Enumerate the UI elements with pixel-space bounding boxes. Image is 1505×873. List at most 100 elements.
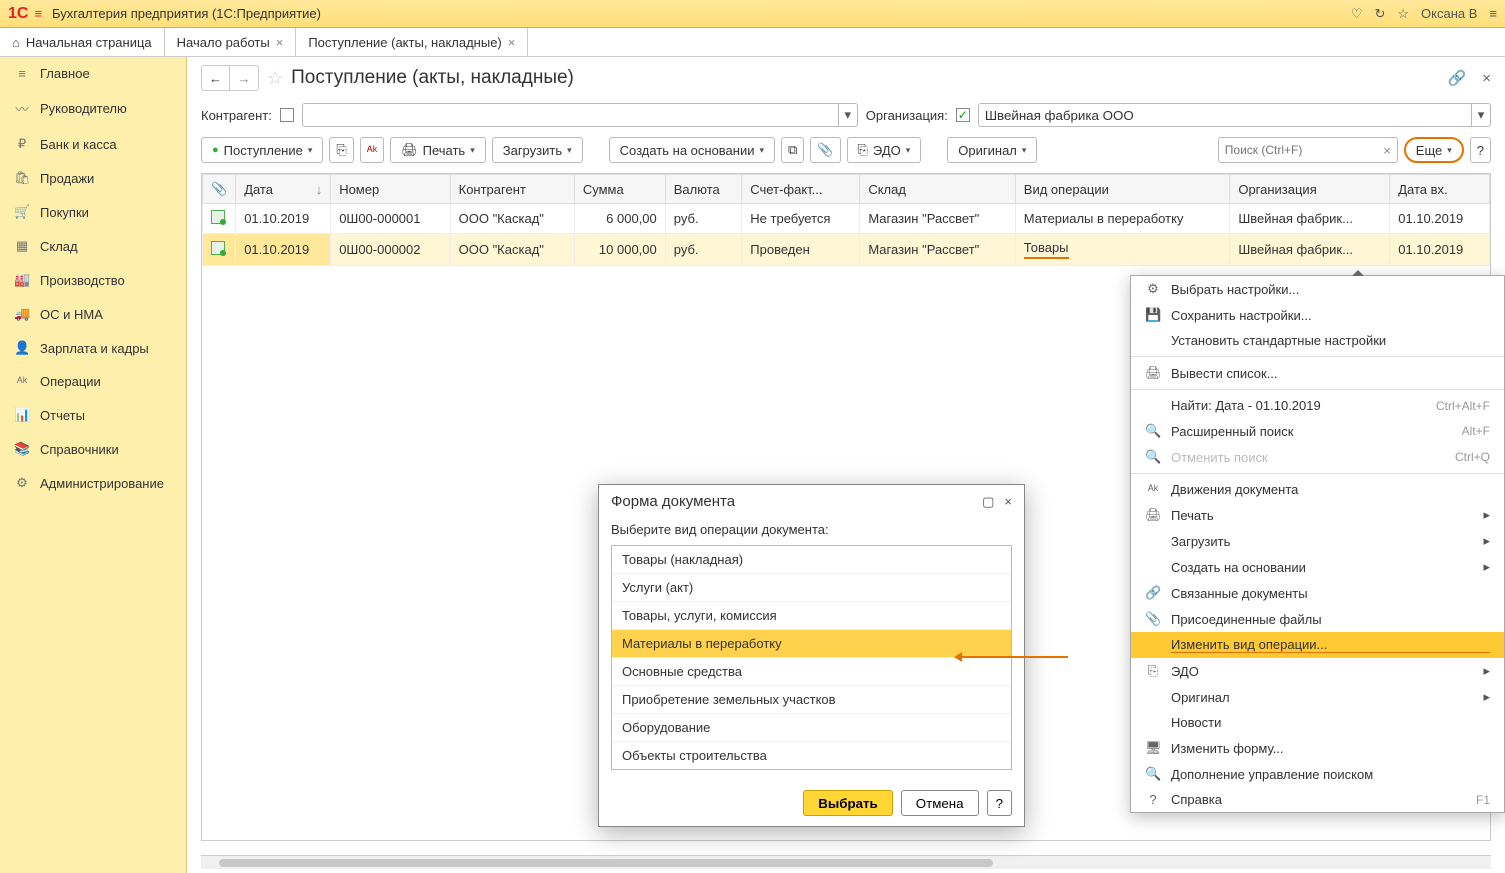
col-header[interactable]: Сумма (574, 175, 665, 204)
username-label[interactable]: Оксана В (1421, 6, 1477, 21)
col-header[interactable]: Номер (331, 175, 450, 204)
tab-postuplenie[interactable]: Поступление (акты, накладные) × (296, 28, 528, 56)
sidebar-item[interactable]: ᴬᵏОперации (0, 365, 186, 398)
print-button[interactable]: 🖨Печать▾ (390, 137, 486, 163)
search-box[interactable]: × (1218, 137, 1398, 163)
org-checkbox[interactable] (956, 108, 970, 122)
list-item[interactable]: Оборудование (612, 714, 1011, 742)
menu-item[interactable]: 📎Присоединенные файлы (1131, 606, 1504, 632)
col-header[interactable]: Склад (860, 175, 1015, 204)
chevron-down-icon[interactable]: ▾ (838, 103, 858, 127)
table-row[interactable]: 01.10.20190Ш00-000001ООО "Каскад"6 000,0… (203, 204, 1490, 234)
menu-item[interactable]: ᴬᵏДвижения документа (1131, 477, 1504, 502)
menu-item[interactable]: 🖨Печать (1131, 502, 1504, 528)
link-icon[interactable]: 🔗 (1448, 69, 1467, 87)
nav-fwd-button[interactable]: → (230, 66, 258, 90)
settings-icon[interactable]: ≡ (1489, 6, 1497, 21)
col-header[interactable]: Вид операции (1015, 175, 1230, 204)
menu-item[interactable]: 🖥Изменить форму... (1131, 735, 1504, 761)
burger-icon[interactable]: ≡ (34, 6, 42, 21)
menu-item[interactable]: Создать на основании (1131, 554, 1504, 580)
contractor-combo[interactable]: ▾ (302, 103, 858, 127)
org-input[interactable] (978, 103, 1471, 127)
load-button[interactable]: Загрузить▾ (492, 137, 583, 163)
menu-item[interactable]: 🔍Расширенный поискAlt+F (1131, 418, 1504, 444)
bell-icon[interactable]: ♡ (1351, 6, 1363, 22)
col-header[interactable]: Контрагент (450, 175, 574, 204)
table-row[interactable]: 01.10.20190Ш00-000002ООО "Каскад"10 000,… (203, 234, 1490, 266)
menu-item[interactable]: 🖨Вывести список... (1131, 360, 1504, 386)
menu-item[interactable]: Изменить вид операции... (1131, 632, 1504, 658)
dtct-button[interactable]: ᴬᵏ (360, 137, 384, 163)
sidebar-item[interactable]: 🚚ОС и НМА (0, 297, 186, 331)
list-item[interactable]: Услуги (акт) (612, 574, 1011, 602)
sidebar-item[interactable]: 📊Отчеты (0, 398, 186, 432)
col-header[interactable]: Счет-факт... (742, 175, 860, 204)
menu-item[interactable]: ⎘ЭДО (1131, 658, 1504, 684)
sidebar-item[interactable]: ≡Главное (0, 57, 186, 90)
close-icon[interactable]: × (276, 35, 284, 50)
menu-item[interactable]: ⚙Выбрать настройки... (1131, 276, 1504, 302)
more-button[interactable]: Еще▾ (1404, 137, 1464, 163)
sidebar-item[interactable]: 〰Руководителю (0, 90, 186, 127)
attach-button[interactable]: 📎 (810, 137, 840, 163)
sidebar-item[interactable]: 📚Справочники (0, 432, 186, 466)
list-item[interactable]: Товары, услуги, комиссия (612, 602, 1011, 630)
menu-item[interactable]: Оригинал (1131, 684, 1504, 710)
sidebar-item[interactable]: 👤Зарплата и кадры (0, 331, 186, 365)
create-based-button[interactable]: Создать на основании▾ (609, 137, 775, 163)
favorite-icon[interactable]: ☆ (267, 68, 283, 89)
menu-item[interactable]: 🔗Связанные документы (1131, 580, 1504, 606)
list-item[interactable]: Товары (накладная) (612, 546, 1011, 574)
tab-home[interactable]: ⌂ Начальная страница (0, 28, 165, 56)
col-header[interactable]: Дата ↓ (236, 175, 331, 204)
sidebar-item[interactable]: 🏭Производство (0, 263, 186, 297)
list-item[interactable]: Объекты строительства (612, 742, 1011, 770)
hscrollbar[interactable] (201, 855, 1491, 869)
close-icon[interactable]: × (508, 35, 516, 50)
menu-item[interactable]: Новости (1131, 710, 1504, 735)
chevron-down-icon[interactable]: ▾ (1471, 103, 1491, 127)
sidebar-item[interactable]: ₽Банк и касса (0, 127, 186, 161)
menu-item[interactable]: Найти: Дата - 01.10.2019Ctrl+Alt+F (1131, 393, 1504, 418)
sidebar-item[interactable]: ▦Склад (0, 229, 186, 263)
original-button[interactable]: Оригинал▾ (947, 137, 1037, 163)
menu-item[interactable]: 🔍Дополнение управление поиском (1131, 761, 1504, 787)
contractor-input[interactable] (302, 103, 838, 127)
clear-icon[interactable]: × (1383, 143, 1391, 158)
related-button[interactable]: ⧉ (781, 137, 804, 163)
col-header[interactable]: Валюта (665, 175, 742, 204)
close-icon[interactable]: × (1004, 494, 1012, 509)
col-header[interactable]: 📎 (203, 175, 236, 204)
close-page-icon[interactable]: × (1482, 70, 1491, 87)
list-item[interactable]: Материалы в переработку (612, 630, 1011, 658)
btn-label: Печать (423, 143, 466, 158)
star-icon[interactable]: ☆ (1397, 6, 1409, 22)
operation-listbox[interactable]: Товары (накладная)Услуги (акт)Товары, ус… (611, 545, 1012, 770)
col-header[interactable]: Организация (1230, 175, 1390, 204)
sidebar-item[interactable]: ⚙Администрирование (0, 466, 186, 500)
col-header[interactable]: Дата вх. (1390, 175, 1490, 204)
search-input[interactable] (1225, 143, 1383, 157)
cancel-button[interactable]: Отмена (901, 790, 979, 816)
sidebar-item[interactable]: 🛒Покупки (0, 195, 186, 229)
copy-button[interactable]: ⎘ (329, 137, 353, 163)
sidebar-item[interactable]: 🛍Продажи (0, 161, 186, 195)
ok-button[interactable]: Выбрать (803, 790, 893, 816)
contractor-checkbox[interactable] (280, 108, 294, 122)
help-button[interactable]: ? (1470, 137, 1491, 163)
menu-item[interactable]: ?СправкаF1 (1131, 787, 1504, 812)
dialog-help-button[interactable]: ? (987, 790, 1012, 816)
org-combo[interactable]: ▾ (978, 103, 1491, 127)
menu-item[interactable]: Загрузить (1131, 528, 1504, 554)
history-icon[interactable]: ↻ (1374, 6, 1385, 22)
list-item[interactable]: Приобретение земельных участков (612, 686, 1011, 714)
tab-start[interactable]: Начало работы × (165, 28, 297, 56)
menu-item[interactable]: Установить стандартные настройки (1131, 328, 1504, 353)
edo-button[interactable]: ⎘ЭДО▾ (847, 137, 922, 163)
maximize-icon[interactable]: ▢ (982, 494, 994, 510)
create-button[interactable]: Поступление▾ (201, 137, 323, 163)
list-item[interactable]: Основные средства (612, 658, 1011, 686)
nav-back-button[interactable]: ← (202, 66, 230, 90)
menu-item[interactable]: 💾Сохранить настройки... (1131, 302, 1504, 328)
